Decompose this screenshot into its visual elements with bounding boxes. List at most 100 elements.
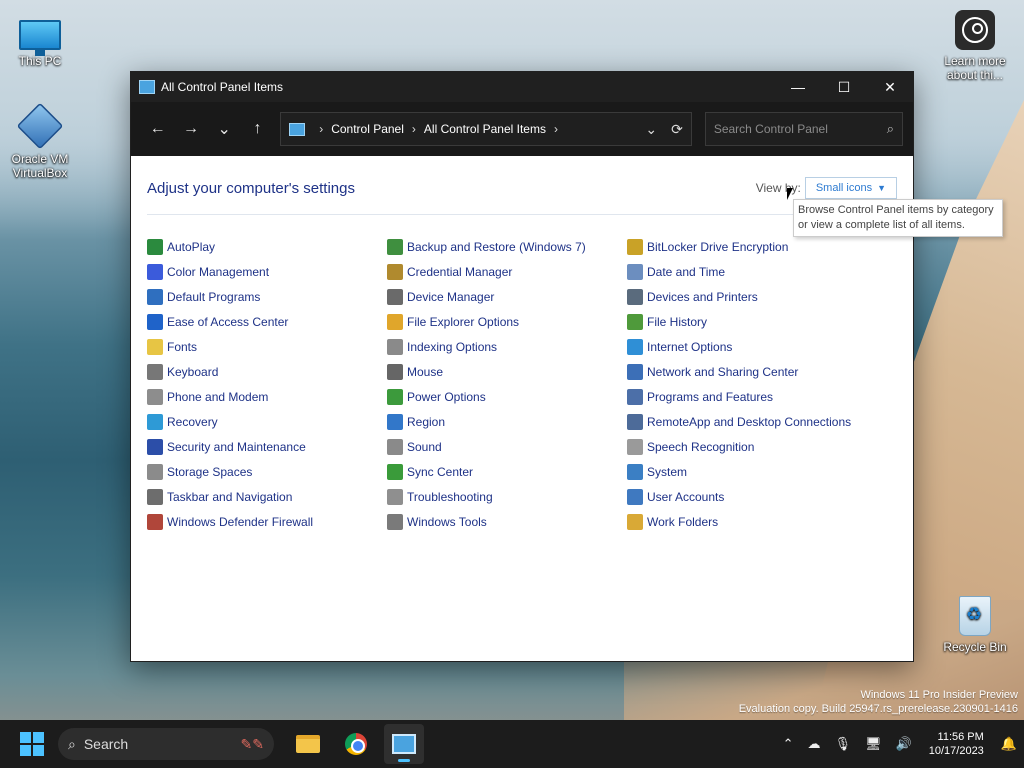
chrome-icon bbox=[345, 733, 367, 755]
control-panel-item[interactable]: Security and Maintenance bbox=[147, 437, 387, 456]
control-panel-item[interactable]: Color Management bbox=[147, 262, 387, 281]
search-highlight-icon: ✎✎ bbox=[240, 735, 264, 752]
view-by-dropdown[interactable]: Small icons ▼ bbox=[804, 177, 897, 199]
control-panel-item-label: Default Programs bbox=[167, 289, 261, 304]
control-panel-item-label: Phone and Modem bbox=[167, 389, 269, 404]
search-box[interactable]: ⌕ bbox=[704, 112, 903, 146]
up-button[interactable]: ↑ bbox=[241, 120, 274, 138]
control-panel-item[interactable]: Programs and Features bbox=[627, 387, 867, 406]
back-button[interactable]: ← bbox=[141, 120, 174, 138]
virtualbox-icon bbox=[16, 102, 64, 150]
control-panel-item-icon bbox=[387, 238, 403, 255]
control-panel-item[interactable]: Sync Center bbox=[387, 462, 627, 481]
control-panel-item-label: Network and Sharing Center bbox=[647, 364, 799, 379]
maximize-button[interactable]: ☐ bbox=[821, 72, 867, 102]
control-panel-item[interactable]: Troubleshooting bbox=[387, 487, 627, 506]
watermark-line: Evaluation copy. Build 25947.rs_prerelea… bbox=[738, 703, 1018, 715]
minimize-button[interactable]: — bbox=[775, 72, 821, 102]
control-panel-item[interactable]: Backup and Restore (Windows 7) bbox=[387, 237, 627, 256]
navigation-toolbar: ← → ⌄ ↑ › Control Panel › All Control Pa… bbox=[131, 102, 913, 156]
control-panel-item[interactable]: Recovery bbox=[147, 412, 387, 431]
breadcrumb-control-panel[interactable]: Control Panel bbox=[331, 122, 404, 136]
onedrive-icon[interactable]: ☁ bbox=[808, 736, 821, 752]
control-panel-item[interactable]: Sound bbox=[387, 437, 627, 456]
start-button[interactable] bbox=[20, 732, 44, 756]
breadcrumb-all-items[interactable]: All Control Panel Items bbox=[424, 122, 546, 136]
control-panel-item-icon bbox=[147, 513, 163, 530]
control-panel-item[interactable]: Phone and Modem bbox=[147, 387, 387, 406]
taskbar-chrome[interactable] bbox=[336, 724, 376, 764]
control-panel-item[interactable]: Date and Time bbox=[627, 262, 867, 281]
control-panel-item[interactable]: Credential Manager bbox=[387, 262, 627, 281]
breadcrumb-separator[interactable]: › bbox=[412, 122, 416, 136]
taskbar-control-panel[interactable] bbox=[384, 724, 424, 764]
search-input[interactable] bbox=[713, 122, 887, 136]
control-panel-item[interactable]: Device Manager bbox=[387, 287, 627, 306]
desktop-icon-label: This PC bbox=[18, 54, 62, 68]
control-panel-item[interactable]: Ease of Access Center bbox=[147, 312, 387, 331]
control-panel-item-label: BitLocker Drive Encryption bbox=[647, 239, 789, 254]
control-panel-item[interactable]: Power Options bbox=[387, 387, 627, 406]
control-panel-item[interactable]: File Explorer Options bbox=[387, 312, 627, 331]
address-dropdown-icon[interactable]: ⌄ bbox=[645, 121, 657, 138]
control-panel-item[interactable]: Default Programs bbox=[147, 287, 387, 306]
control-panel-item-icon bbox=[147, 438, 163, 455]
control-panel-item[interactable]: Windows Defender Firewall bbox=[147, 512, 387, 531]
control-panel-item[interactable]: AutoPlay bbox=[147, 237, 387, 256]
desktop-icon-label: Oracle VM VirtualBox bbox=[11, 152, 69, 180]
control-panel-item[interactable]: Region bbox=[387, 412, 627, 431]
clock[interactable]: 11:56 PM 10/17/2023 bbox=[929, 730, 984, 758]
control-panel-item[interactable]: Indexing Options bbox=[387, 337, 627, 356]
desktop-icon-learn-more[interactable]: Learn more about thi... bbox=[935, 10, 1015, 82]
forward-button[interactable]: → bbox=[174, 120, 207, 138]
control-panel-item[interactable]: Storage Spaces bbox=[147, 462, 387, 481]
recent-locations-button[interactable]: ⌄ bbox=[208, 119, 241, 139]
close-button[interactable]: ✕ bbox=[867, 72, 913, 102]
control-panel-icon bbox=[392, 734, 416, 754]
control-panel-item-label: Troubleshooting bbox=[407, 489, 493, 504]
control-panel-item-label: Recovery bbox=[167, 414, 218, 429]
divider bbox=[147, 214, 897, 215]
desktop-icon-this-pc[interactable]: This PC bbox=[0, 10, 80, 68]
search-icon[interactable]: ⌕ bbox=[887, 121, 894, 137]
title-bar[interactable]: All Control Panel Items — ☐ ✕ bbox=[131, 72, 913, 102]
desktop-icon-virtualbox[interactable]: Oracle VM VirtualBox bbox=[0, 102, 80, 180]
control-panel-item[interactable]: Fonts bbox=[147, 337, 387, 356]
control-panel-item-label: Programs and Features bbox=[647, 389, 774, 404]
network-icon[interactable]: 🖥 bbox=[865, 736, 882, 752]
taskbar-file-explorer[interactable] bbox=[288, 724, 328, 764]
control-panel-item[interactable]: Speech Recognition bbox=[627, 437, 867, 456]
control-panel-item[interactable]: Devices and Printers bbox=[627, 287, 867, 306]
control-panel-item-icon bbox=[387, 463, 403, 480]
breadcrumb-separator[interactable]: › bbox=[554, 122, 558, 136]
taskbar-search[interactable]: ⌕ Search ✎✎ bbox=[58, 728, 274, 760]
control-panel-item[interactable]: BitLocker Drive Encryption bbox=[627, 237, 867, 256]
control-panel-item[interactable]: Taskbar and Navigation bbox=[147, 487, 387, 506]
control-panel-item-icon bbox=[387, 313, 403, 330]
control-panel-item[interactable]: Work Folders bbox=[627, 512, 867, 531]
control-panel-item[interactable]: User Accounts bbox=[627, 487, 867, 506]
desktop-icon-recycle-bin[interactable]: Recycle Bin bbox=[935, 596, 1015, 654]
control-panel-item-icon bbox=[147, 388, 163, 405]
system-tray: ⌃ ☁ 🎙 🖥 🔊 11:56 PM 10/17/2023 🔔 bbox=[776, 730, 1024, 758]
control-panel-item-label: Keyboard bbox=[167, 364, 219, 379]
control-panel-item[interactable]: Network and Sharing Center bbox=[627, 362, 867, 381]
control-panel-item-label: Devices and Printers bbox=[647, 289, 758, 304]
control-panel-item-icon bbox=[147, 488, 163, 505]
microphone-icon[interactable]: 🎙 bbox=[835, 736, 852, 752]
control-panel-item[interactable]: RemoteApp and Desktop Connections bbox=[627, 412, 867, 431]
notification-icon[interactable]: 🔔 bbox=[1001, 736, 1017, 752]
control-panel-item-icon bbox=[147, 238, 163, 255]
control-panel-item-label: System bbox=[647, 464, 688, 479]
control-panel-item[interactable]: Internet Options bbox=[627, 337, 867, 356]
refresh-icon[interactable]: ⟳ bbox=[671, 121, 683, 138]
control-panel-item[interactable]: Keyboard bbox=[147, 362, 387, 381]
volume-icon[interactable]: 🔊 bbox=[896, 736, 912, 752]
control-panel-item[interactable]: Mouse bbox=[387, 362, 627, 381]
address-bar[interactable]: › Control Panel › All Control Panel Item… bbox=[280, 112, 692, 146]
control-panel-item[interactable]: System bbox=[627, 462, 867, 481]
control-panel-item[interactable]: File History bbox=[627, 312, 867, 331]
control-panel-item-label: Taskbar and Navigation bbox=[167, 489, 293, 504]
control-panel-item[interactable]: Windows Tools bbox=[387, 512, 627, 531]
chevron-up-icon[interactable]: ⌃ bbox=[783, 736, 794, 752]
